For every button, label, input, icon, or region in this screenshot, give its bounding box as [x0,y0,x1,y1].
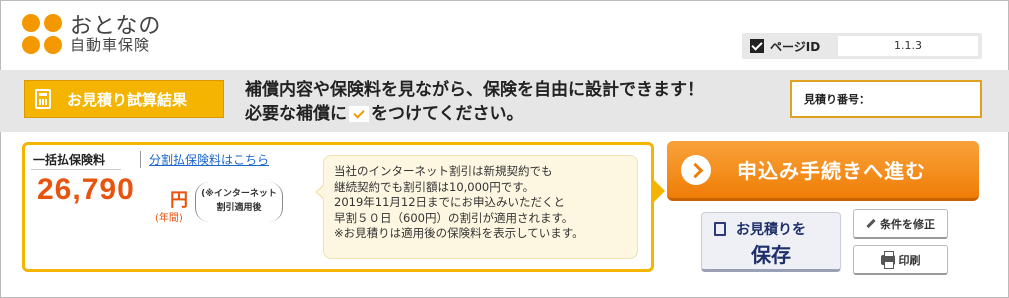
instruction-line2: 必要な補償に をつけてください。 [245,102,704,126]
proceed-to-application-button[interactable]: 申込み手続きへ進む [667,141,979,201]
print-label: 印刷 [898,253,921,267]
logo-dots-icon [22,14,62,54]
premium-amount: 26,790 [37,173,135,206]
edit-conditions-label: 条件を修正 [880,217,935,231]
brand-logo[interactable]: おとなの 自動車保険 [22,14,161,54]
estimate-result-label: お見積り試算結果 [67,90,188,109]
save-estimate-button[interactable]: お見積りを 保存 [701,212,841,272]
estimate-result-tab: お見積り試算結果 [24,80,224,118]
discount-note-line2: 割引適用後 [216,203,262,213]
notice-line: 継続契約でも割引額は10,000円です。 [334,179,535,194]
discount-note-line1: (※インターネット [201,189,277,199]
instruction-message: 補償内容や保険料を見ながら、保険を自由に設計できます！ 必要な補償に をつけてくだ… [245,78,704,126]
instruction-line1: 補償内容や保険料を見ながら、保険を自由に設計できます！ [245,80,704,100]
save-estimate-label: お見積りを [736,222,806,238]
document-icon [714,222,726,236]
instruction-line2-suffix: をつけてください。 [371,104,524,124]
checkbox-icon[interactable] [750,39,764,53]
pencil-icon [866,218,876,229]
logo-sub-text: 自動車保険 [70,35,151,54]
tab-lump-sum-premium[interactable]: 一括払保険料 [33,151,105,168]
summary-band: お見積り試算結果 補償内容や保険料を見ながら、保険を自由に設計できます！ 必要な… [0,70,1009,132]
notice-line: 当社のインターネット割引は新規契約でも [334,164,553,178]
notice-line: 早割５０日（600円）の割引が適用されます。 [334,210,574,225]
discount-notice-bubble: 当社のインターネット割引は新規契約でも 継続契約でも割引額は10,000円です。… [315,155,638,259]
arrow-right-icon [681,154,711,185]
premium-panel: 一括払保険料 分割払保険料はこちら 26,790 円 (年間) (※インターネッ… [22,142,665,272]
calculator-icon [35,89,51,109]
proceed-to-application-label: 申込み手続きへ進む [737,159,926,183]
page-id-bar: ページID 1.1.3 [742,33,982,59]
print-button[interactable]: 印刷 [853,245,948,275]
notice-line: ※お見積りは適用後の保険料を表示しています。 [334,226,584,240]
printer-icon [880,250,895,269]
tab-installment-premium-link[interactable]: 分割払保険料はこちら [140,151,269,168]
page-id-label: ページID [770,39,821,54]
check-mark-icon [349,106,369,122]
edit-conditions-button[interactable]: 条件を修正 [853,209,948,239]
page-id-value: 1.1.3 [838,36,978,56]
premium-period: (年間) [155,213,183,224]
logo-main-text: おとなの [70,13,162,39]
instruction-line2-prefix: 必要な補償に [245,104,347,124]
internet-discount-badge: (※インターネット 割引適用後 [195,182,283,222]
notice-line: 2019年11月12日までにお申込みいただくと [334,195,566,209]
quote-number-label: 見積り番号： [804,93,870,106]
save-label: 保存 [751,243,791,267]
tab-underline [31,169,121,170]
quote-number-box: 見積り番号： [790,80,982,118]
